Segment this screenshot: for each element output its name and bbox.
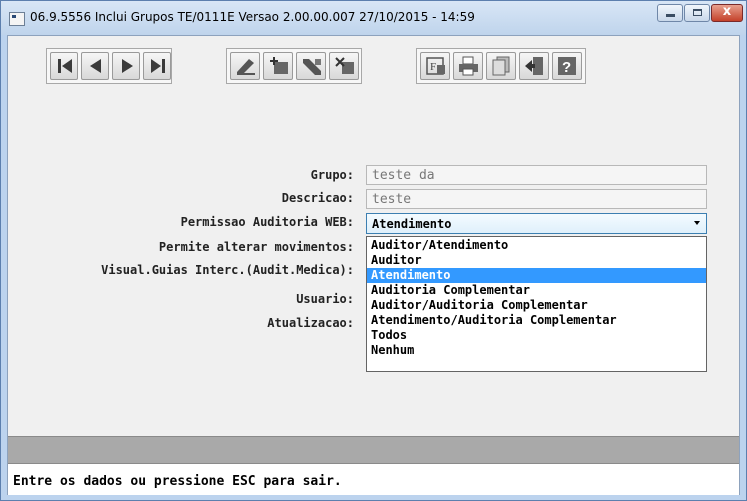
maximize-icon [693,9,702,16]
atualizacao-label: Atualizacao: [267,316,354,330]
add-button[interactable] [263,52,293,80]
delete-icon [303,59,321,75]
edit-button[interactable] [230,52,260,80]
print-icon [459,56,478,76]
edit-button-group [226,48,362,84]
help-icon: ? [558,57,576,76]
maximize-button[interactable] [684,4,710,22]
title-bar[interactable]: 06.9.5556 Inclui Grupos TE/0111E Versao … [1,1,746,35]
edit-icon [237,59,255,75]
permissao-selected-value: Atendimento [372,217,452,231]
usuario-label: Usuario: [296,292,354,306]
minimize-icon [666,14,675,17]
last-record-icon [151,59,165,73]
dropdown-option-selected[interactable]: Atendimento [367,268,706,283]
nav-button-group [46,48,172,84]
next-record-icon [122,59,133,73]
dropdown-option[interactable]: Auditor [367,253,706,268]
add-icon [270,57,288,74]
permissao-select[interactable]: Atendimento [366,213,707,234]
dropdown-option[interactable]: Atendimento/Auditoria Complementar [367,313,706,328]
descricao-field[interactable]: teste [366,189,707,209]
next-record-button[interactable] [112,52,140,80]
svg-text:?: ? [562,59,571,76]
last-record-button[interactable] [143,52,171,80]
permissao-dropdown-list: Auditor/Atendimento Auditor Atendimento … [366,236,707,372]
descricao-label: Descricao: [281,191,354,205]
filter-button[interactable]: F [420,52,450,80]
grupo-label: Grupo: [310,168,354,182]
close-button[interactable]: x [711,4,743,22]
copy-icon [492,56,510,76]
message-bar: Entre os dados ou pressione ESC para sai… [8,463,739,495]
app-window: 06.9.5556 Inclui Grupos TE/0111E Versao … [0,0,747,501]
cancel-button[interactable] [329,52,359,80]
permissao-label: Permissao Auditoria WEB: [180,215,354,229]
first-record-icon [58,59,72,73]
status-message: Entre os dados ou pressione ESC para sai… [13,474,342,489]
svg-text:F: F [430,61,436,73]
dropdown-option[interactable]: Auditor/Auditoria Complementar [367,298,706,313]
copy-button[interactable] [486,52,516,80]
permite-label: Permite alterar movimentos: [158,240,354,254]
filter-icon: F [426,57,445,75]
dropdown-option[interactable]: Todos [367,328,706,343]
client-area: F ? Grupo: teste da Descricao: teste Per… [7,35,740,495]
minimize-button[interactable] [657,4,683,22]
exit-button[interactable] [519,52,549,80]
exit-icon [525,57,543,75]
cancel-icon [335,57,354,74]
previous-record-button[interactable] [81,52,109,80]
chevron-down-icon[interactable] [694,221,700,225]
toolbar: F ? [8,36,739,97]
window-title: 06.9.5556 Inclui Grupos TE/0111E Versao … [30,10,475,24]
form-area: Grupo: teste da Descricao: teste Permiss… [8,96,739,436]
close-icon: x [722,4,732,19]
app-icon[interactable] [9,12,25,26]
previous-record-icon [90,59,101,73]
dropdown-option[interactable]: Auditoria Complementar [367,283,706,298]
first-record-button[interactable] [50,52,78,80]
dropdown-option[interactable]: Auditor/Atendimento [367,238,706,253]
status-bar-gray [8,436,739,463]
help-button[interactable]: ? [552,52,582,80]
delete-button[interactable] [296,52,326,80]
dropdown-option[interactable]: Nenhum [367,343,706,358]
print-button[interactable] [453,52,483,80]
grupo-field[interactable]: teste da [366,165,707,185]
visual-label: Visual.Guias Interc.(Audit.Medica): [101,263,354,277]
utility-button-group: F ? [416,48,586,84]
